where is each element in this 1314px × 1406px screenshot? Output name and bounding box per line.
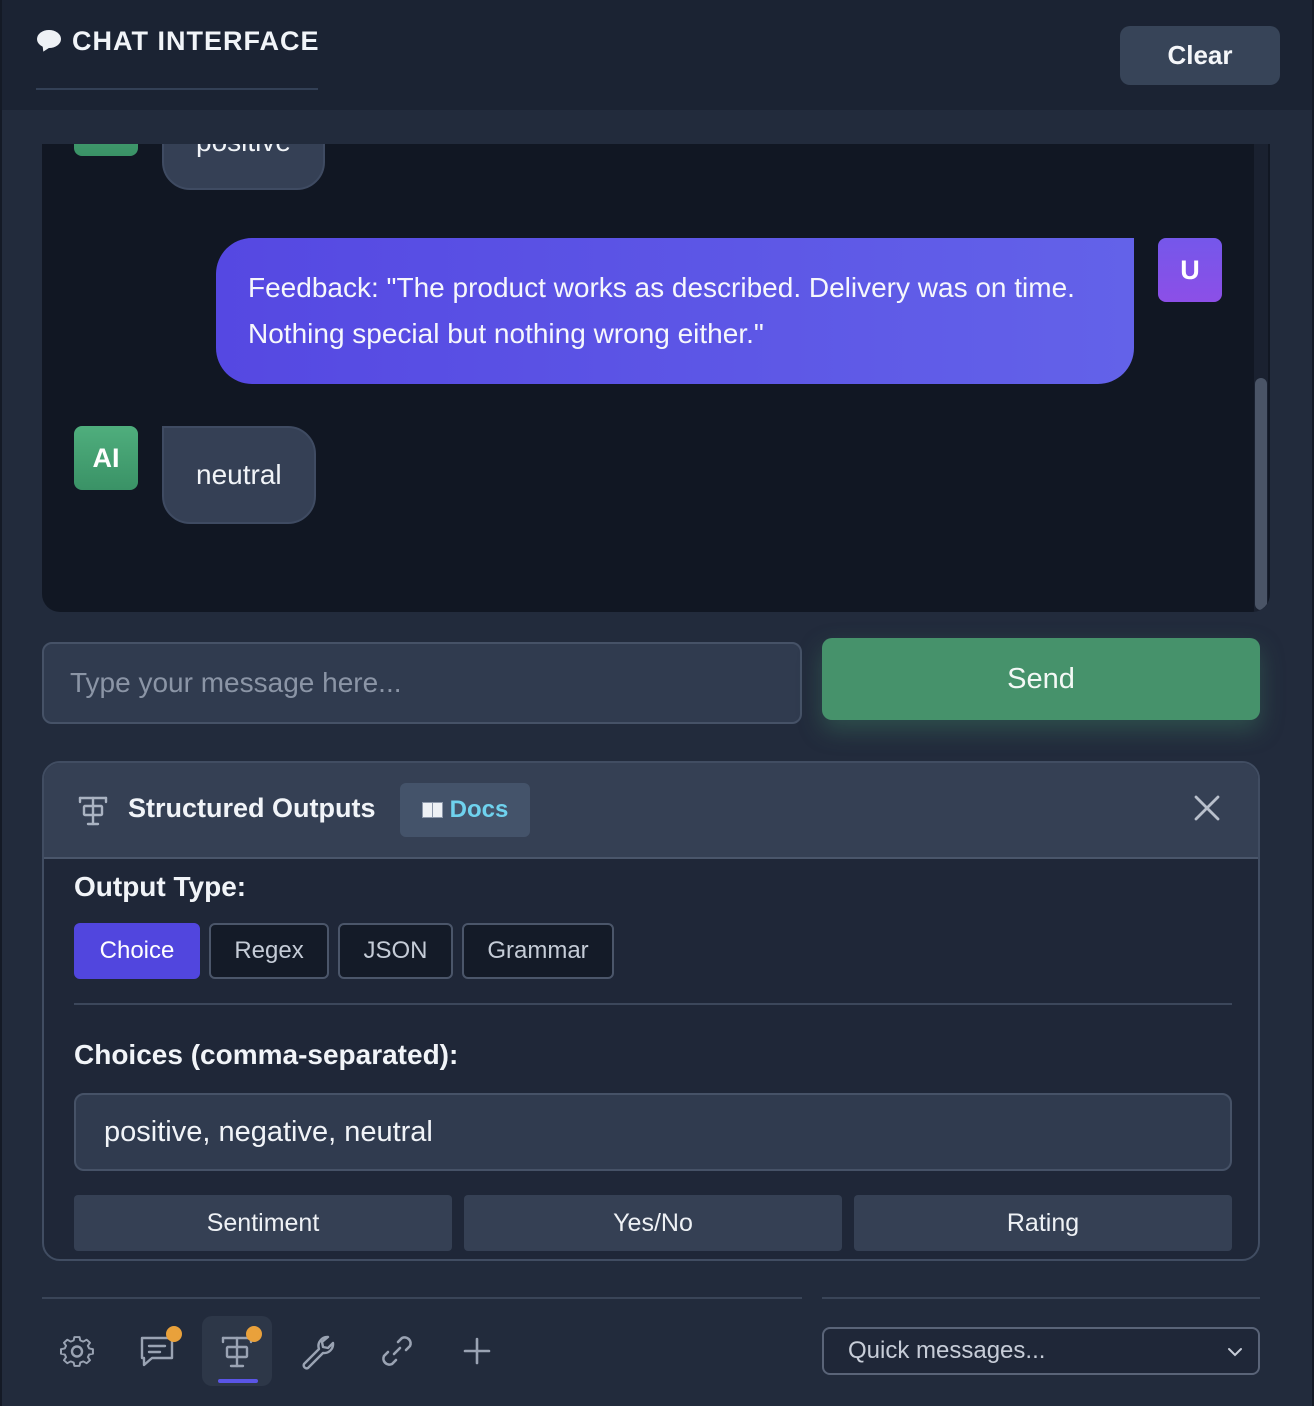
chat-options-button[interactable] <box>122 1316 192 1386</box>
link-button[interactable] <box>362 1316 432 1386</box>
title-underline <box>36 88 318 90</box>
panel-divider <box>74 1003 1232 1005</box>
output-type-json[interactable]: JSON <box>338 923 453 979</box>
structured-outputs-tool-button[interactable] <box>202 1316 272 1386</box>
wrench-icon <box>302 1335 335 1370</box>
choices-input[interactable] <box>74 1093 1232 1171</box>
message-input[interactable] <box>42 642 802 724</box>
active-tool-indicator <box>218 1379 258 1383</box>
tools-button[interactable] <box>282 1316 352 1386</box>
panel-header: Structured Outputs Docs <box>44 763 1258 859</box>
chat-history[interactable]: AI positive Feedback: "The product works… <box>42 144 1270 612</box>
add-button[interactable] <box>442 1316 512 1386</box>
header: CHAT INTERFACE Clear <box>2 0 1312 110</box>
ai-message-bubble: neutral <box>162 426 316 524</box>
gear-icon <box>59 1336 94 1367</box>
chevron-down-icon <box>1228 1348 1242 1357</box>
page-title: CHAT INTERFACE <box>36 26 320 57</box>
ai-avatar: AI <box>74 426 138 490</box>
plus-icon <box>463 1337 491 1365</box>
toolbar-separator <box>822 1297 1260 1299</box>
clear-button[interactable]: Clear <box>1120 26 1280 85</box>
structured-outputs-panel: Structured Outputs Docs Output Type: Cho… <box>42 761 1260 1261</box>
page-title-text: CHAT INTERFACE <box>72 26 320 56</box>
preset-sentiment-button[interactable]: Sentiment <box>74 1195 452 1251</box>
link-icon <box>382 1336 412 1366</box>
user-message-bubble: Feedback: "The product works as describe… <box>216 238 1134 384</box>
chat-scrollbar-thumb[interactable] <box>1255 378 1267 610</box>
ai-message-bubble: positive <box>162 144 325 190</box>
settings-button[interactable] <box>42 1316 112 1386</box>
docs-label: Docs <box>449 796 509 823</box>
output-type-grammar[interactable]: Grammar <box>462 923 614 979</box>
send-button[interactable]: Send <box>822 638 1260 720</box>
notification-dot <box>166 1326 182 1342</box>
output-type-choice[interactable]: Choice <box>74 923 200 979</box>
panel-title: Structured Outputs <box>128 793 376 823</box>
choices-label: Choices (comma-separated): <box>74 1039 459 1070</box>
toolbar-separator <box>42 1297 802 1299</box>
quick-messages-select[interactable]: Quick messages... <box>822 1327 1260 1375</box>
output-type-regex[interactable]: Regex <box>209 923 329 979</box>
book-icon <box>421 802 443 818</box>
preset-yes-no-button[interactable]: Yes/No <box>464 1195 842 1251</box>
quick-messages-placeholder: Quick messages... <box>848 1337 1046 1364</box>
preset-rating-button[interactable]: Rating <box>854 1195 1232 1251</box>
output-type-label: Output Type: <box>74 871 247 902</box>
speech-bubble-icon <box>36 29 64 54</box>
structured-output-icon <box>78 796 108 826</box>
ai-avatar: AI <box>74 144 138 156</box>
notification-dot <box>246 1326 262 1342</box>
docs-button[interactable]: Docs <box>400 783 530 837</box>
close-icon[interactable] <box>1192 793 1222 823</box>
user-avatar: U <box>1158 238 1222 302</box>
